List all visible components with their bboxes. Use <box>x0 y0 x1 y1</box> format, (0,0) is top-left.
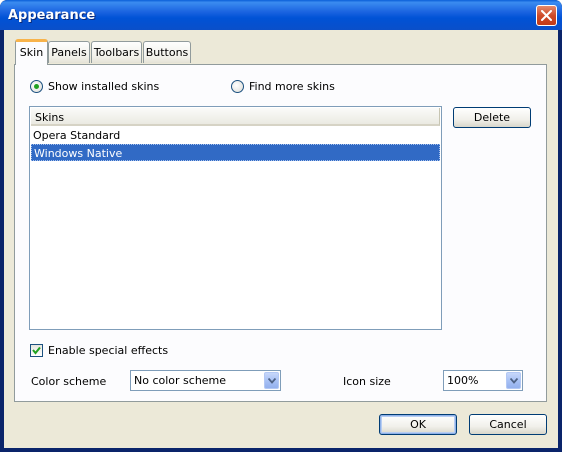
color-scheme-label: Color scheme <box>31 375 107 388</box>
color-scheme-select[interactable]: No color scheme <box>130 370 281 391</box>
chevron-down-icon[interactable] <box>264 372 279 389</box>
appearance-dialog: Appearance Skin Panels Toolbars Buttons … <box>0 0 562 452</box>
list-item[interactable]: Opera Standard <box>31 127 440 144</box>
delete-button[interactable]: Delete <box>453 107 531 128</box>
show-installed-skins-radio[interactable] <box>30 80 43 93</box>
enable-special-effects-checkbox[interactable] <box>30 344 43 357</box>
icon-size-value: 100% <box>447 374 479 387</box>
tab-buttons[interactable]: Buttons <box>143 41 191 63</box>
skins-list-header[interactable]: Skins <box>31 108 440 126</box>
window-title: Appearance <box>8 8 96 23</box>
cancel-button[interactable]: Cancel <box>469 414 547 435</box>
enable-special-effects-label[interactable]: Enable special effects <box>48 344 168 357</box>
checkmark-icon <box>32 346 41 355</box>
chevron-down-icon[interactable] <box>506 372 521 389</box>
skins-list[interactable]: Skins Opera Standard Windows Native <box>29 106 442 330</box>
title-bar[interactable]: Appearance <box>0 0 562 30</box>
find-more-skins-radio[interactable] <box>231 80 244 93</box>
color-scheme-value: No color scheme <box>134 374 227 387</box>
show-installed-skins-label[interactable]: Show installed skins <box>48 80 159 93</box>
list-item[interactable]: Windows Native <box>31 144 440 161</box>
close-icon <box>541 10 552 21</box>
ok-button[interactable]: OK <box>379 414 457 435</box>
skin-panel: Show installed skins Find more skins Ski… <box>14 64 547 402</box>
icon-size-label: Icon size <box>343 375 391 388</box>
tab-skin[interactable]: Skin <box>15 39 48 65</box>
icon-size-select[interactable]: 100% <box>443 370 523 391</box>
dialog-body: Skin Panels Toolbars Buttons Show instal… <box>4 30 558 448</box>
tab-toolbars[interactable]: Toolbars <box>91 41 142 63</box>
skins-column-label: Skins <box>35 111 65 124</box>
tab-panels[interactable]: Panels <box>48 41 90 63</box>
find-more-skins-label[interactable]: Find more skins <box>249 80 335 93</box>
close-button[interactable] <box>536 5 557 26</box>
